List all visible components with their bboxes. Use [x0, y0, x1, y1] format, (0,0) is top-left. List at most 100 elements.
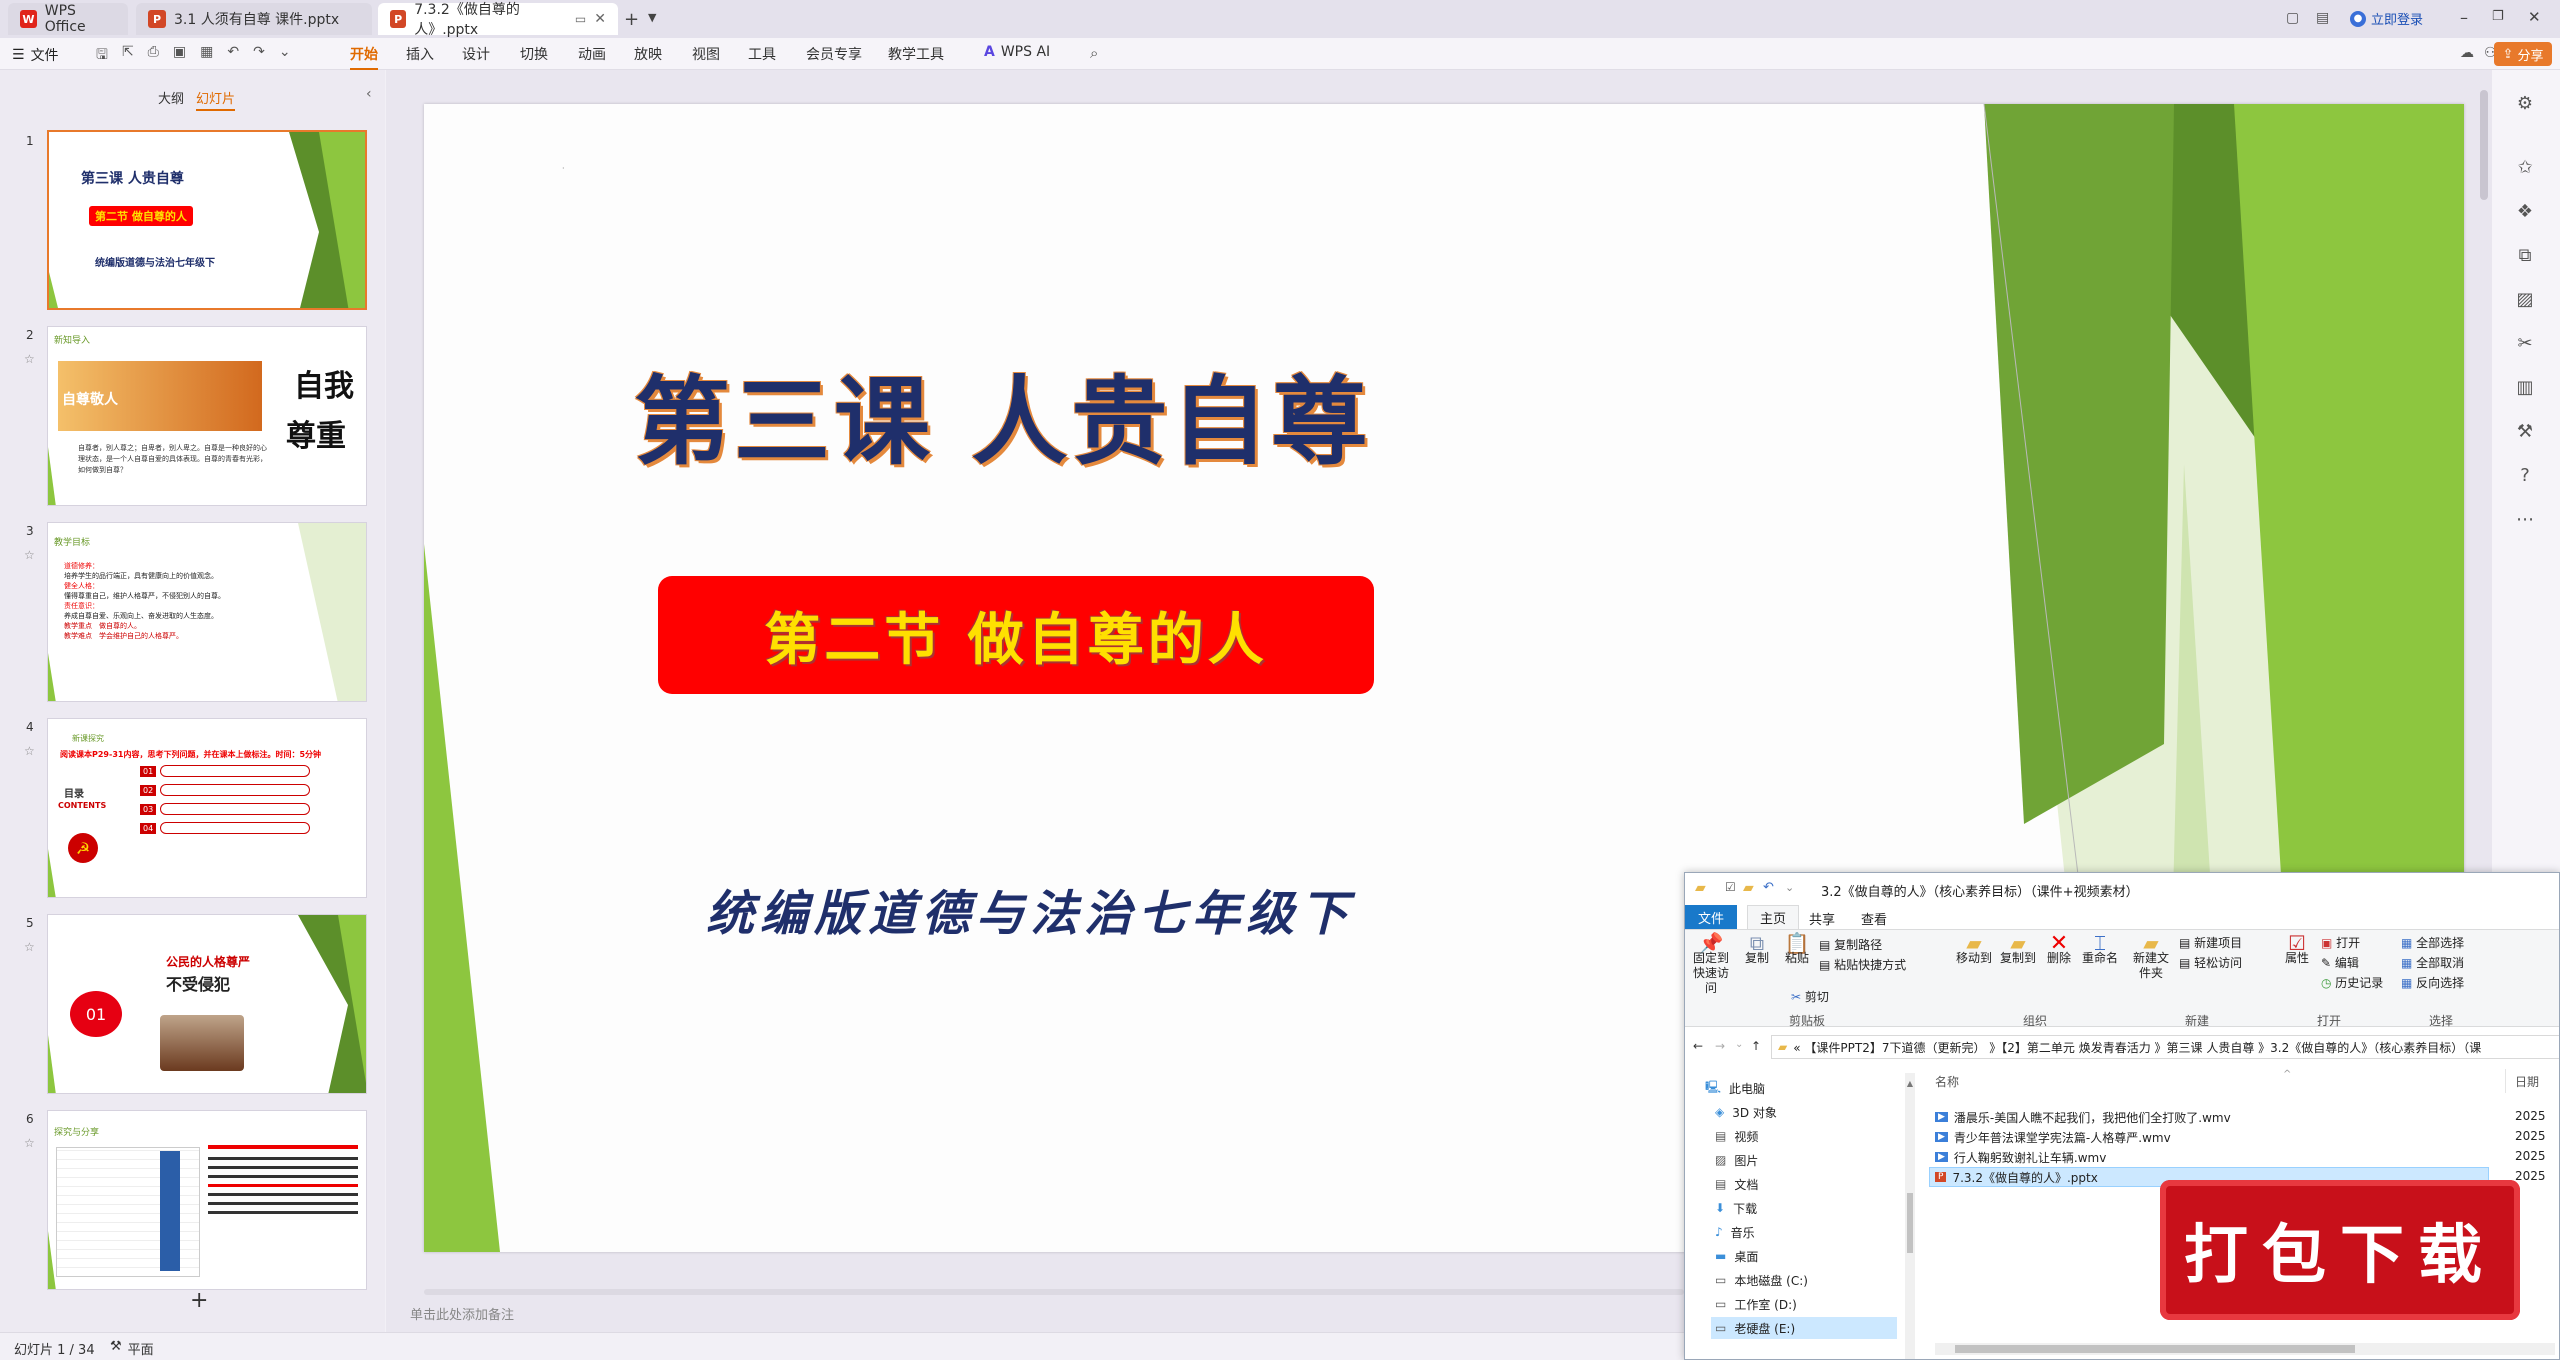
redo-icon[interactable]: ↷ [253, 44, 265, 68]
invert-selection-button[interactable]: ▦ 反向选择 [2401, 976, 2464, 991]
close-icon[interactable]: ✕ [594, 11, 606, 27]
slide-vertical-scrollbar[interactable] [2480, 90, 2488, 200]
slide-thumbnail-2[interactable]: 新知导入 自尊敬人 自我 尊重 自尊者，别人尊之；自卑者，别人卑之。自尊是一种良… [47, 326, 367, 506]
address-bar[interactable]: ▰ « 【课件PPT2】7下道德（更新完） 》【2】第二单元 焕发青春活力 》第… [1771, 1035, 2559, 1059]
slide-thumbnail-5[interactable]: 公民的人格尊严 不受侵犯 01 [47, 914, 367, 1094]
theme-indicator[interactable]: ⚒ 平面 [110, 1339, 154, 1358]
open-button[interactable]: ▣ 打开 [2321, 936, 2360, 951]
properties-icon[interactable]: ⚙ [2514, 92, 2536, 114]
ribbon-tab-5[interactable]: 放映 [634, 44, 662, 64]
slide-thumbnail-4[interactable]: 新课探究 阅读课本P29-31内容，思考下列问题，并在课本上做标注。时间：5分钟… [47, 718, 367, 898]
ribbon-tab-1[interactable]: 插入 [406, 44, 434, 64]
tree-item-this-pc[interactable]: 🖳 此电脑 [1705, 1077, 1765, 1099]
file-row[interactable]: ▶ 潘晨乐-美国人瞧不起我们，我把他们全打败了.wmv [1935, 1107, 2231, 1127]
star-icon[interactable]: ☆ [24, 940, 35, 954]
forward-icon[interactable]: → [1715, 1039, 1725, 1053]
tree-item-pictures[interactable]: ▨ 图片 [1715, 1149, 1758, 1171]
slide-thumbnail-6[interactable]: 探究与分享 [47, 1110, 367, 1290]
horizontal-scrollbar[interactable] [424, 1289, 1684, 1295]
design-icon[interactable]: ❖ [2514, 200, 2536, 222]
paste-shortcut-button[interactable]: ▤ 粘贴快捷方式 [1819, 958, 1906, 973]
tab-home[interactable]: 主页 [1747, 905, 1799, 929]
file-menu[interactable]: ☰ 文件 [12, 45, 59, 65]
slide-footer-text[interactable]: 统编版道德与法治七年级下 [706, 874, 1354, 944]
delete-button[interactable]: ✕ 删除 [2043, 933, 2075, 966]
tools-icon[interactable]: ✂ [2514, 332, 2536, 354]
tab-file-2-active[interactable]: P 7.3.2《做自尊的人》.pptx ▭ ✕ [378, 2, 618, 38]
slide-subtitle-box[interactable]: 第二节 做自尊的人 [658, 576, 1374, 694]
slide-title[interactable]: 第三课 人贵自尊 [634, 344, 1371, 483]
slide-thumbnail-1[interactable]: 第三课 人贵自尊 第二节 做自尊的人 统编版道德与法治七年级下 [47, 130, 367, 310]
tree-item-drive-e[interactable]: ▭ 老硬盘 (E:) [1711, 1317, 1897, 1339]
easy-access-button[interactable]: ▤ 轻松访问 [2179, 956, 2242, 971]
checkbox-icon[interactable]: ☑ [1725, 880, 1736, 894]
share-button[interactable]: ⇪ 分享 [2494, 42, 2552, 66]
collapse-panel-icon[interactable]: ‹ [366, 86, 372, 102]
edit-button[interactable]: ✎ 编辑 [2321, 956, 2359, 971]
restore-icon[interactable]: ❐ [2492, 9, 2504, 24]
new-item-button[interactable]: ▤ 新建项目 [2179, 936, 2242, 951]
ribbon-tab-2[interactable]: 设计 [462, 44, 490, 64]
monitor-icon[interactable]: ▭ [575, 12, 586, 26]
new-folder-button[interactable]: ▰ 新建文件夹 [2131, 933, 2171, 981]
file-row[interactable]: ▶ 青少年普法课堂学宪法篇-人格尊严.wmv [1935, 1127, 2171, 1147]
copy-path-button[interactable]: ▤ 复制路径 [1819, 938, 1882, 953]
back-icon[interactable]: ← [1693, 1039, 1703, 1053]
export-icon[interactable]: ⇱ [122, 44, 134, 68]
save-icon[interactable]: 🖫 [96, 44, 108, 68]
move-to-button[interactable]: ▰ 移动到 [1953, 933, 1995, 966]
search-icon[interactable]: ⌕ [1090, 44, 1098, 62]
wps-ai-button[interactable]: A WPS AI [984, 44, 1050, 60]
tab-file[interactable]: 文件 [1685, 905, 1737, 929]
minimize-icon[interactable]: – [2460, 8, 2468, 27]
format-icon[interactable]: ▦ [200, 44, 213, 68]
tab-wps-office[interactable]: W WPS Office [8, 3, 128, 35]
new-tab-icon[interactable]: + [624, 9, 639, 30]
ribbon-tab-9[interactable]: 教学工具 [888, 44, 944, 64]
print-icon[interactable]: ⎙ [148, 44, 159, 68]
up-icon[interactable]: ↑ [1751, 1039, 1761, 1053]
tile-icon[interactable]: ▤ [2316, 10, 2329, 26]
tree-item-desktop[interactable]: ▬ 桌面 [1715, 1245, 1758, 1267]
help-icon[interactable]: ? [2514, 464, 2536, 486]
undo-icon[interactable]: ↶ [1763, 880, 1774, 895]
preview-icon[interactable]: ▣ [173, 44, 186, 68]
login-link[interactable]: ● 立即登录 [2350, 9, 2423, 28]
more-icon[interactable]: ⋯ [2514, 508, 2536, 530]
chevron-down-icon[interactable]: ⌄ [1785, 881, 1794, 894]
tab-share[interactable]: 共享 [1809, 909, 1835, 928]
column-header-name[interactable]: 名称 [1935, 1073, 1959, 1090]
window-close-icon[interactable]: ✕ [2528, 8, 2541, 26]
cloud-icon[interactable]: ☁ [2460, 45, 2474, 61]
tab-outline[interactable]: 大纲 [158, 88, 184, 107]
paste-button[interactable]: 📋 粘贴 [1781, 933, 1813, 966]
cut-button[interactable]: ✂ 剪切 [1791, 990, 1829, 1005]
rename-button[interactable]: ⌶ 重命名 [2079, 933, 2121, 966]
ribbon-tab-6[interactable]: 视图 [692, 44, 720, 64]
window-mode-icon[interactable]: ▢ [2286, 10, 2299, 26]
tree-item-video[interactable]: ▤ 视频 [1715, 1125, 1758, 1147]
slide-thumbnail-3[interactable]: 教学目标 道德修养： 培养学生的品行端正，具有健康向上的价值观念。 健全人格： … [47, 522, 367, 702]
ribbon-tab-8[interactable]: 会员专享 [806, 44, 862, 64]
copy-button[interactable]: ⧉ 复制 [1741, 933, 1773, 966]
tab-file-1[interactable]: P 3.1 人须有自尊 课件.pptx [136, 3, 372, 35]
tree-scrollbar[interactable]: ▲ [1905, 1073, 1915, 1359]
star-icon[interactable]: ☆ [24, 352, 35, 366]
more-icon[interactable]: ⌄ [279, 44, 291, 68]
tree-item-documents[interactable]: ▤ 文档 [1715, 1173, 1758, 1195]
recent-icon[interactable]: ⌄ [1735, 1039, 1743, 1050]
add-slide-button[interactable]: + [190, 1288, 208, 1313]
file-list-scrollbar[interactable] [1935, 1343, 2555, 1355]
tree-item-downloads[interactable]: ⬇ 下载 [1715, 1197, 1757, 1219]
ribbon-tab-4[interactable]: 动画 [578, 44, 606, 64]
copy-icon[interactable]: ⧉ [2514, 244, 2536, 266]
properties-button[interactable]: ☑ 属性 [2281, 933, 2313, 966]
ribbon-tab-0[interactable]: 开始 [350, 44, 378, 70]
notes-placeholder[interactable]: 单击此处添加备注 [410, 1304, 514, 1323]
select-all-button[interactable]: ▦ 全部选择 [2401, 936, 2464, 951]
layout-icon[interactable]: ▥ [2514, 376, 2536, 398]
file-row[interactable]: ▶ 行人鞠躬致谢礼让车辆.wmv [1935, 1147, 2106, 1167]
ribbon-tab-7[interactable]: 工具 [748, 44, 776, 64]
star-icon[interactable]: ☆ [24, 1136, 35, 1150]
undo-icon[interactable]: ↶ [227, 44, 239, 68]
